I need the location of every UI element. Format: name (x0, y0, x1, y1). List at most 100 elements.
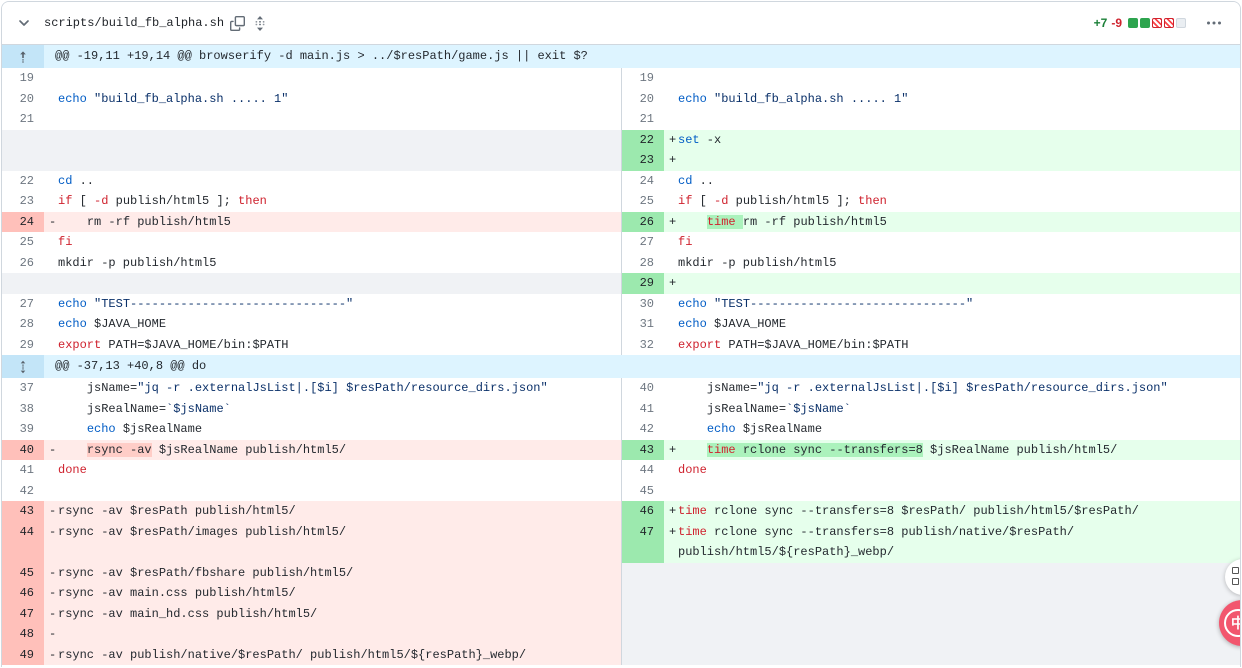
line-number[interactable]: 45 (2, 563, 44, 584)
file-options-button[interactable] (1202, 11, 1226, 35)
empty-cell (2, 130, 621, 151)
line-number[interactable]: 49 (2, 645, 44, 666)
line-number[interactable]: 40 (2, 440, 44, 461)
line-number[interactable]: 22 (2, 171, 44, 192)
line-number[interactable]: 43 (622, 440, 664, 461)
diff-row: 44-rsync -av $resPath/images publish/htm… (2, 522, 1240, 563)
line-number[interactable]: 23 (2, 191, 44, 212)
new-line-cell: 27fi (621, 232, 1240, 253)
line-number[interactable]: 20 (622, 89, 664, 110)
diff-marker (44, 335, 58, 356)
diff-row: 20echo "build_fb_alpha.sh ..... 1"20echo… (2, 89, 1240, 110)
line-number[interactable]: 27 (622, 232, 664, 253)
diff-row: 29export PATH=$JAVA_HOME/bin:$PATH32expo… (2, 335, 1240, 356)
line-number[interactable]: 32 (622, 335, 664, 356)
line-number[interactable]: 38 (2, 399, 44, 420)
line-number[interactable]: 43 (2, 501, 44, 522)
diff-marker (664, 460, 678, 481)
line-number[interactable]: 42 (2, 481, 44, 502)
diff-marker (664, 191, 678, 212)
move-handle-icon (253, 16, 267, 31)
old-line-cell: 19 (2, 68, 621, 89)
diff-marker: - (44, 440, 58, 461)
line-number[interactable]: 41 (622, 399, 664, 420)
diff-marker: + (664, 501, 678, 522)
line-number[interactable]: 31 (622, 314, 664, 335)
diff-marker: - (44, 563, 58, 584)
new-line-cell: 42 echo $jsRealName (621, 419, 1240, 440)
line-number[interactable]: 44 (2, 522, 44, 563)
code-line: echo "TEST------------------------------… (58, 294, 621, 315)
diff-marker (664, 378, 678, 399)
line-number[interactable]: 27 (2, 294, 44, 315)
diff-row: 37 jsName="jq -r .externalJsList|.[$i] $… (2, 378, 1240, 399)
diff-row: 22cd ..24cd .. (2, 171, 1240, 192)
line-number[interactable]: 39 (2, 419, 44, 440)
line-number[interactable]: 42 (622, 419, 664, 440)
new-line-cell: 24cd .. (621, 171, 1240, 192)
new-line-cell: 41 jsRealName=`$jsName` (621, 399, 1240, 420)
new-line-cell: 26+ time rm -rf publish/html5 (621, 212, 1240, 233)
line-number[interactable]: 44 (622, 460, 664, 481)
line-number[interactable]: 22 (622, 130, 664, 151)
line-number[interactable]: 21 (622, 109, 664, 130)
diff-marker (44, 68, 58, 89)
code-line: jsName="jq -r .externalJsList|.[$i] $res… (58, 378, 621, 399)
drag-file-button[interactable] (249, 12, 271, 35)
code-line: rsync -av $resPath/fbshare publish/html5… (58, 563, 621, 584)
code-line: echo "TEST------------------------------… (678, 294, 1240, 315)
line-number[interactable]: 28 (2, 314, 44, 335)
line-number[interactable]: 40 (622, 378, 664, 399)
diff-marker (44, 481, 58, 502)
line-number[interactable]: 19 (2, 68, 44, 89)
diff-row: 27 echo "TEST----------------------------… (2, 294, 1240, 315)
diff-marker (44, 460, 58, 481)
line-number[interactable]: 46 (622, 501, 664, 522)
line-number[interactable]: 48 (2, 624, 44, 645)
line-number[interactable]: 20 (2, 89, 44, 110)
line-number[interactable]: 25 (2, 232, 44, 253)
line-number[interactable]: 26 (622, 212, 664, 233)
expand-hunk-button[interactable] (2, 45, 44, 68)
line-number[interactable]: 24 (622, 171, 664, 192)
layout-square-icon (1232, 578, 1239, 585)
line-number[interactable]: 37 (2, 378, 44, 399)
line-number[interactable]: 46 (2, 583, 44, 604)
diff-row: 46-rsync -av main.css publish/html5/ (2, 583, 1240, 604)
diff-marker: - (44, 645, 58, 666)
old-line-cell: 43-rsync -av $resPath publish/html5/ (2, 501, 621, 522)
diff-row: 41done44done (2, 460, 1240, 481)
code-line (58, 109, 621, 130)
line-number[interactable]: 26 (2, 253, 44, 274)
line-number[interactable]: 21 (2, 109, 44, 130)
line-number[interactable]: 24 (2, 212, 44, 233)
line-number[interactable]: 47 (2, 604, 44, 625)
diff-marker (664, 335, 678, 356)
diff-marker (664, 232, 678, 253)
old-line-cell: 21 (2, 109, 621, 130)
line-number[interactable]: 25 (622, 191, 664, 212)
line-number[interactable]: 47 (622, 522, 664, 563)
collapse-file-button[interactable] (12, 11, 36, 35)
diff-marker (664, 294, 678, 315)
code-line: jsRealName=`$jsName` (678, 399, 1240, 420)
code-line: echo $JAVA_HOME (58, 314, 621, 335)
line-number[interactable]: 28 (622, 253, 664, 274)
diff-marker (664, 171, 678, 192)
expand-hunk-button[interactable] (2, 355, 44, 378)
diff-marker: + (664, 212, 678, 233)
line-number[interactable]: 29 (622, 273, 664, 294)
line-number[interactable]: 45 (622, 481, 664, 502)
file-header: scripts/build_fb_alpha.sh +7 -9 (2, 2, 1240, 45)
old-line-cell: 48- (2, 624, 621, 645)
line-number[interactable]: 30 (622, 294, 664, 315)
diff-row: 21 21 (2, 109, 1240, 130)
code-line: jsName="jq -r .externalJsList|.[$i] $res… (678, 378, 1240, 399)
file-path[interactable]: scripts/build_fb_alpha.sh (44, 13, 224, 33)
copy-path-button[interactable] (226, 12, 249, 35)
code-line (678, 481, 1240, 502)
line-number[interactable]: 41 (2, 460, 44, 481)
line-number[interactable]: 19 (622, 68, 664, 89)
line-number[interactable]: 23 (622, 150, 664, 171)
line-number[interactable]: 29 (2, 335, 44, 356)
